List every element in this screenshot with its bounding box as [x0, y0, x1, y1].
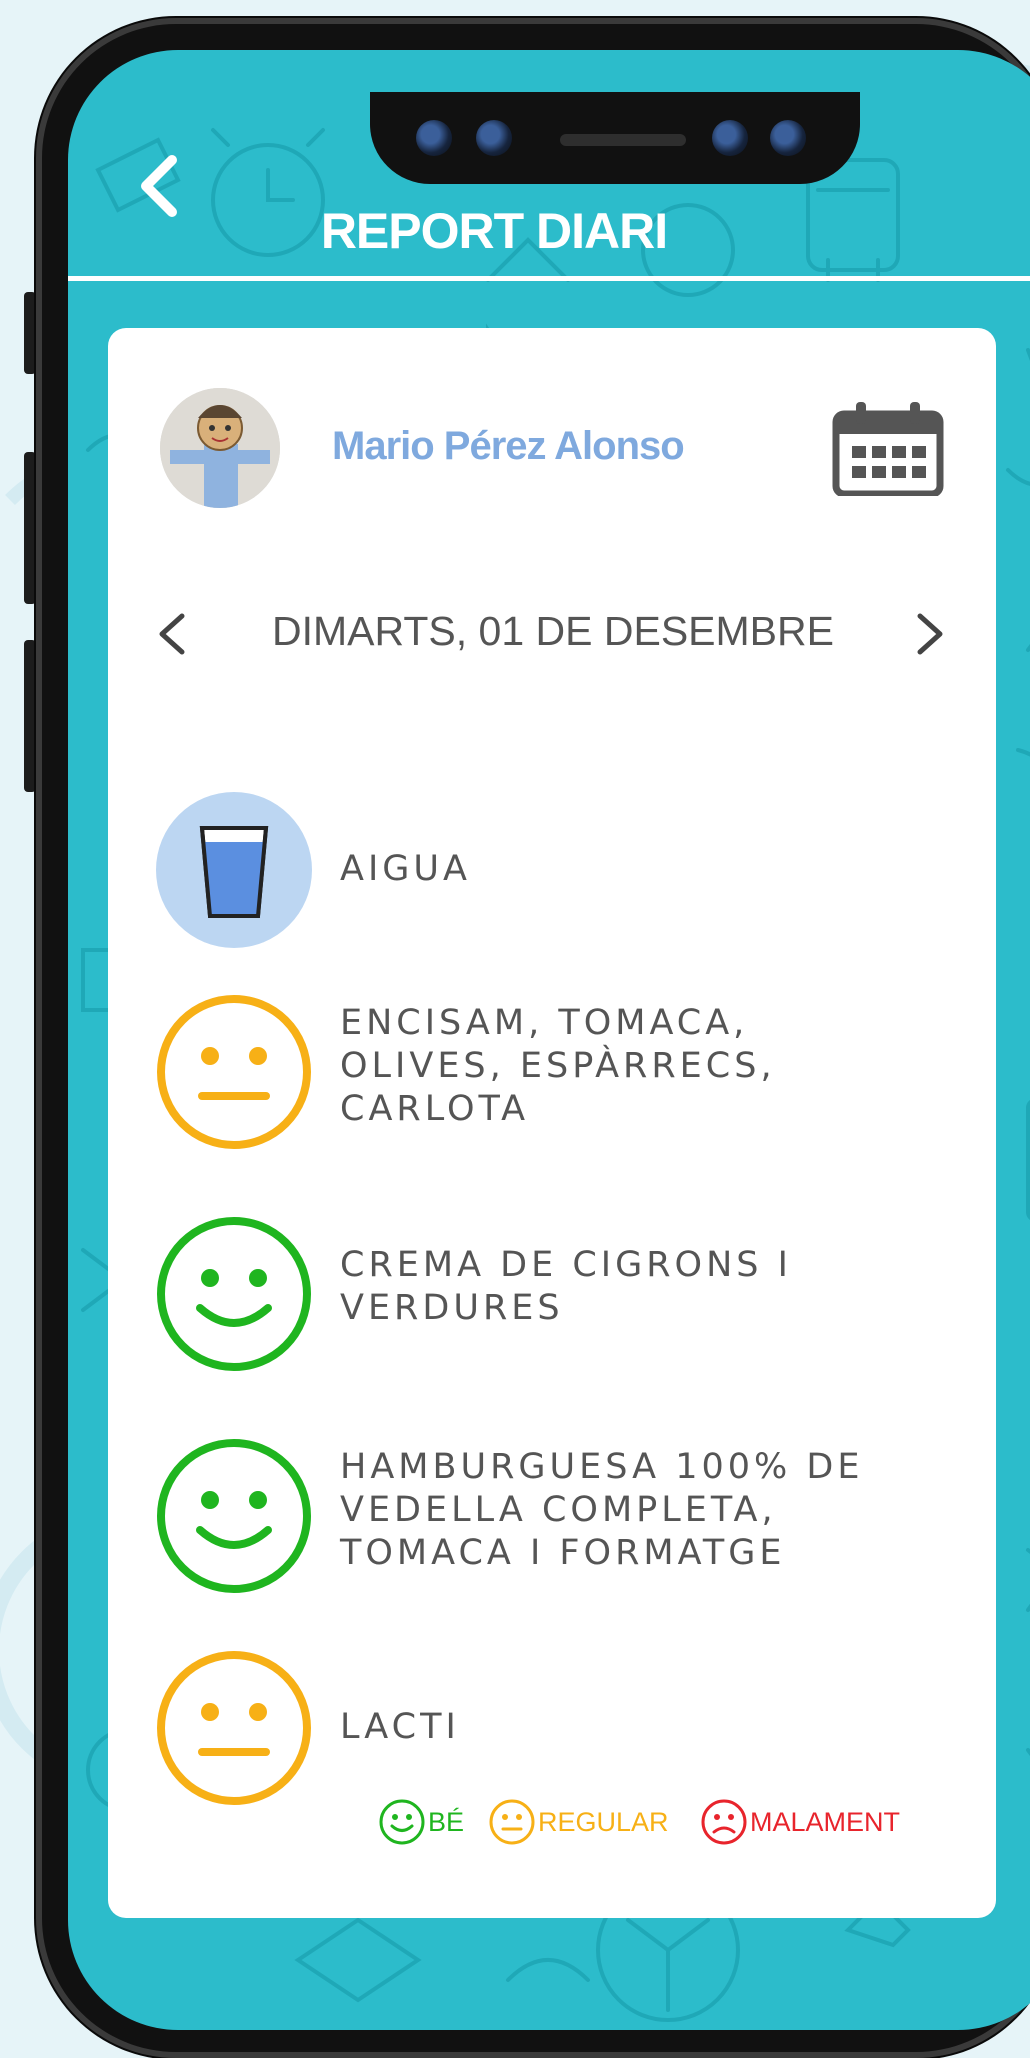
avatar[interactable]: [160, 388, 280, 508]
mute-switch: [24, 292, 36, 374]
phone-notch: [370, 92, 860, 184]
report-card: Mario Pérez Alonso DIMARTS, 01 DE DESEMB: [108, 328, 996, 1918]
legend-regular-label: REGULAR: [538, 1806, 669, 1837]
legend-good: BÉ: [378, 1798, 464, 1846]
meal-item-water: AIGUA: [156, 792, 976, 952]
meal-item-salad: ENCISAM, TOMACA, OLIVES, ESPÀRRECS, CARL…: [156, 994, 976, 1154]
neutral-face-icon: [157, 1651, 311, 1805]
chevron-right-icon: [917, 613, 943, 655]
camera-lens: [476, 120, 512, 156]
meal-item-soup: CREMA DE CIGRONS I VERDURES: [156, 1216, 976, 1376]
volume-up-button: [24, 452, 36, 604]
meal-text: LACTI: [340, 1707, 460, 1747]
calendar-icon: [832, 402, 944, 498]
meal-text: ENCISAM, TOMACA, OLIVES, ESPÀRRECS, CARL…: [340, 1003, 776, 1129]
child-name: Mario Pérez Alonso: [332, 424, 685, 468]
happy-face-icon: [157, 1439, 311, 1593]
legend-good-label: BÉ: [428, 1806, 465, 1837]
meal-item-burger: HAMBURGUESA 100% DE VEDELLA COMPLETA, TO…: [156, 1438, 976, 1598]
legend-bad: MALAMENT: [700, 1798, 900, 1846]
calendar-button[interactable]: [832, 400, 944, 498]
sad-face-icon: [701, 1799, 747, 1845]
chevron-left-icon: [159, 613, 185, 655]
speaker-grille: [560, 134, 686, 146]
legend-regular: REGULAR: [488, 1798, 669, 1846]
app-screen: REPORT DIARI Mario Pérez Alonso DIMARTS,…: [68, 50, 1030, 2030]
water-glass-icon: [156, 792, 312, 948]
next-day-button[interactable]: [910, 604, 950, 664]
date-label: DIMARTS, 01 DE DESEMBRE: [272, 608, 834, 654]
happy-face-icon: [379, 1799, 425, 1845]
legend-bad-label: MALAMENT: [750, 1806, 901, 1837]
previous-day-button[interactable]: [152, 604, 192, 664]
meal-text: HAMBURGUESA 100% DE VEDELLA COMPLETA, TO…: [340, 1447, 864, 1573]
camera-lens: [712, 120, 748, 156]
meal-item-dairy: LACTI: [156, 1650, 976, 1810]
happy-face-icon: [157, 1217, 311, 1371]
volume-down-button: [24, 640, 36, 792]
neutral-face-icon: [489, 1799, 535, 1845]
meal-text: AIGUA: [340, 849, 471, 889]
camera-lens: [770, 120, 806, 156]
meal-text: CREMA DE CIGRONS I VERDURES: [340, 1245, 792, 1328]
header-divider: [68, 276, 1030, 281]
page-title: REPORT DIARI: [320, 203, 668, 259]
child-drawing-image: [160, 388, 280, 508]
camera-lens: [416, 120, 452, 156]
neutral-face-icon: [157, 995, 311, 1149]
